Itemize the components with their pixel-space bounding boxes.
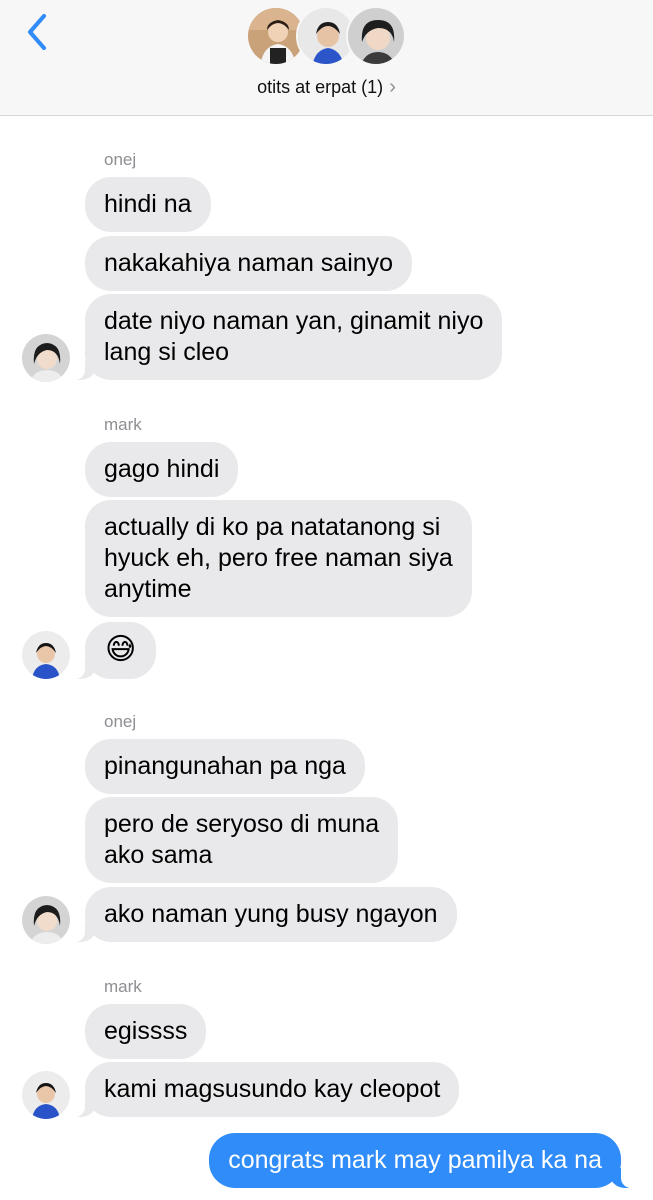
message-text: hindi na xyxy=(104,190,192,218)
outgoing-message-bubble[interactable]: congrats mark may pamilya ka na xyxy=(209,1133,635,1188)
sender-label: mark xyxy=(104,977,142,996)
avatar[interactable] xyxy=(22,631,70,679)
chevron-left-icon xyxy=(28,14,46,50)
message-text: egissss xyxy=(104,1017,188,1045)
sender-label: mark xyxy=(104,415,142,434)
message-text: congrats mark may pamilya ka na xyxy=(228,1146,602,1174)
avatar[interactable] xyxy=(22,896,70,944)
message-bubble[interactable]: 😅 xyxy=(70,622,157,679)
group-member-avatar-3 xyxy=(346,6,406,66)
group-title[interactable]: otits at erpat (1) › xyxy=(0,76,653,99)
message-bubble[interactable]: nakakahiya naman sainyo xyxy=(85,236,413,291)
sender-label: onej xyxy=(104,150,137,169)
message-text: kami magsusundo kay cleopot xyxy=(104,1075,441,1103)
message-bubble[interactable]: kami magsusundo kay cleopot xyxy=(70,1062,460,1117)
chevron-right-icon: › xyxy=(389,76,396,98)
message-text-line: pero de seryoso di muna xyxy=(104,810,380,838)
message-bubble[interactable]: egissss xyxy=(85,1004,207,1059)
message-bubble[interactable]: date niyo naman yan, ginamit niyo lang s… xyxy=(70,294,503,380)
message-text-line: lang si cleo xyxy=(104,338,230,366)
message-text-line: ako sama xyxy=(104,841,213,869)
message-text-line: anytime xyxy=(104,575,192,603)
message-text: nakakahiya naman sainyo xyxy=(104,249,394,277)
message-bubble[interactable]: gago hindi xyxy=(85,442,239,497)
message-bubble[interactable]: hindi na xyxy=(85,177,211,232)
message-text-line: date niyo naman yan, ginamit niyo xyxy=(104,307,484,335)
conversation-header: otits at erpat (1) › xyxy=(0,0,653,116)
message-bubble[interactable]: pero de seryoso di muna ako sama xyxy=(85,797,399,883)
message-text: pinangunahan pa nga xyxy=(104,752,346,780)
message-text-line: actually di ko pa natatanong si xyxy=(104,513,441,541)
back-button[interactable] xyxy=(22,12,56,56)
group-name: otits at erpat (1) xyxy=(257,77,384,97)
message-text: ako naman yung busy ngayon xyxy=(104,900,438,928)
message-bubble[interactable]: ako naman yung busy ngayon xyxy=(71,887,457,942)
avatar[interactable] xyxy=(22,1071,70,1119)
sender-label: onej xyxy=(104,712,137,731)
group-avatars[interactable] xyxy=(246,6,406,68)
sweat-smile-emoji: 😅 xyxy=(105,633,137,666)
message-bubble[interactable]: actually di ko pa natatanong si hyuck eh… xyxy=(85,500,472,617)
message-text: gago hindi xyxy=(104,455,220,483)
message-text-line: hyuck eh, pero free naman siya xyxy=(104,544,453,572)
message-bubble[interactable]: pinangunahan pa nga xyxy=(85,739,365,794)
avatar[interactable] xyxy=(22,334,70,382)
